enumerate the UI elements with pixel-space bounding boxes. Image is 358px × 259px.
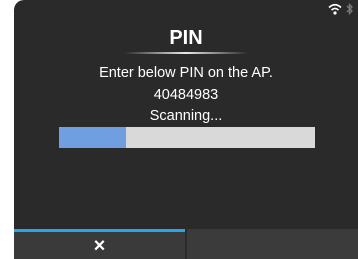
- scan-progress-bar: [59, 127, 315, 148]
- empty-softkey: [187, 229, 358, 259]
- printer-display: PIN Enter below PIN on the AP. 40484983 …: [14, 0, 358, 259]
- status-text: Scanning...: [149, 108, 223, 124]
- title-underline: [124, 52, 248, 54]
- bluetooth-icon: [346, 2, 354, 20]
- softkey-bar: ×: [14, 229, 358, 259]
- status-bar: [328, 2, 354, 20]
- close-icon: ×: [93, 235, 106, 257]
- instruction-text: Enter below PIN on the AP.: [99, 65, 273, 81]
- scan-progress-fill: [59, 127, 126, 148]
- pin-code: 40484983: [153, 87, 219, 103]
- softkey-accent: [14, 229, 185, 232]
- cancel-softkey[interactable]: ×: [14, 229, 185, 259]
- page-title: PIN: [169, 27, 203, 49]
- wifi-icon: [328, 2, 342, 20]
